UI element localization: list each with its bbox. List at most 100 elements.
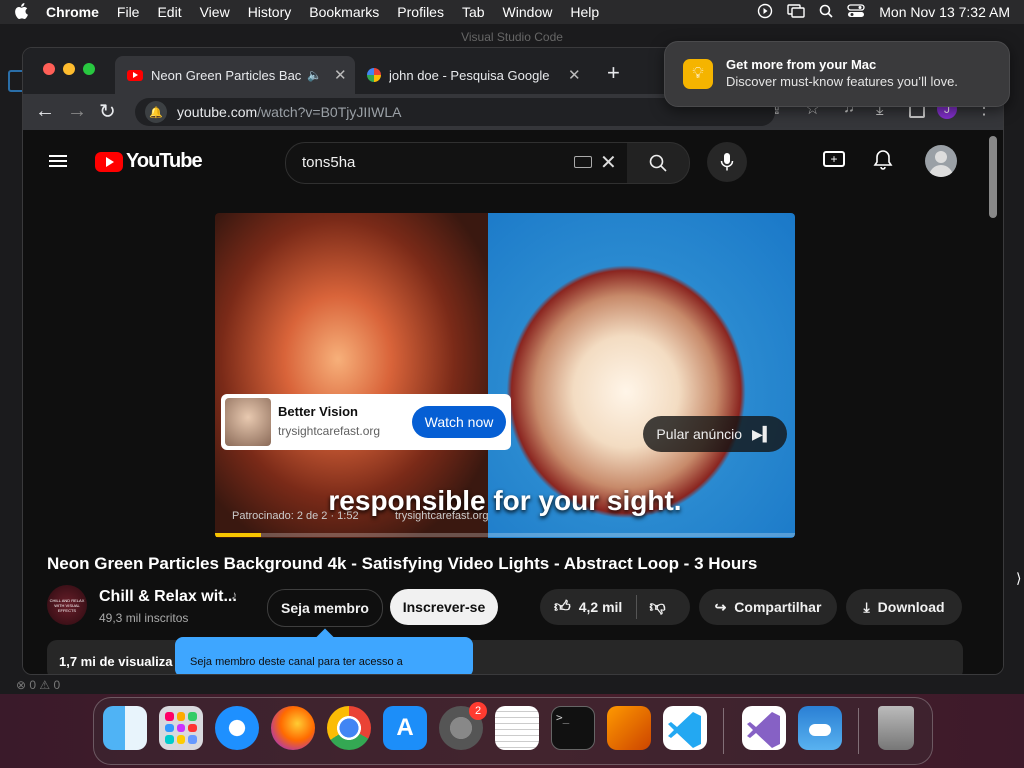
create-video-icon[interactable]: +: [823, 151, 845, 167]
download-button[interactable]: ⤓ Download: [846, 589, 962, 625]
subscribe-button[interactable]: Inscrever-se: [390, 589, 498, 625]
channel-avatar-text: CHILL AND RELAX WITH VISUAL EFFECTS: [49, 598, 85, 613]
video-player[interactable]: responsible for your sight. Patrocinado:…: [215, 213, 795, 538]
google-favicon-icon: [367, 68, 381, 82]
dock-chrome[interactable]: [327, 706, 371, 750]
dock-app-store[interactable]: A: [383, 706, 427, 750]
account-avatar[interactable]: [925, 145, 957, 177]
ad-progress-fill: [215, 533, 262, 537]
page-scrollbar[interactable]: [989, 136, 997, 218]
dock: A 2 >_: [93, 697, 933, 765]
problems-count[interactable]: ⊗ 0 ⚠ 0: [16, 678, 60, 692]
site-info-icon[interactable]: 🔔: [145, 101, 167, 123]
menu-window[interactable]: Window: [503, 4, 553, 20]
share-label: Compartilhar: [734, 599, 822, 615]
download-label: Download: [877, 599, 945, 615]
play-status-icon[interactable]: [757, 3, 773, 22]
dock-trash[interactable]: [878, 706, 914, 750]
control-center-icon[interactable]: [847, 3, 865, 21]
notifications-bell-icon[interactable]: [873, 149, 893, 171]
dislike-icon[interactable]: 👎︎: [649, 598, 665, 617]
search-button[interactable]: [627, 142, 690, 184]
skip-next-icon: ▶︎▍: [752, 425, 774, 442]
dock-finder[interactable]: [103, 706, 147, 750]
menu-tab[interactable]: Tab: [462, 4, 485, 20]
minimize-window-button[interactable]: [63, 63, 75, 75]
voice-search-button[interactable]: [707, 142, 747, 182]
reload-icon[interactable]: ↻: [99, 99, 116, 124]
hamburger-menu-icon[interactable]: [49, 152, 67, 170]
close-tab-icon[interactable]: ✕: [334, 66, 347, 84]
view-count: 1,7 mi de visualiza: [59, 654, 173, 669]
youtube-favicon-icon: [127, 69, 143, 81]
dock-terminal[interactable]: >_: [551, 706, 595, 750]
dock-vscode[interactable]: [663, 706, 707, 750]
watch-now-button[interactable]: Watch now: [412, 406, 506, 438]
skip-ad-label: Pular anúncio: [656, 426, 743, 442]
sponsor-line: Patrocinado: 2 de 2 · 1:52: [232, 510, 359, 522]
menu-help[interactable]: Help: [570, 4, 599, 20]
dock-firefox[interactable]: [271, 706, 315, 750]
tooltip-text: Seja membro deste canal para ter acesso …: [190, 656, 403, 668]
screen-mirroring-icon[interactable]: [787, 3, 805, 21]
ad-card[interactable]: Better Vision trysightcarefast.org Watch…: [221, 394, 511, 450]
menu-app-name[interactable]: Chrome: [46, 4, 99, 20]
channel-name[interactable]: Chill & Relax wit...: [99, 588, 237, 606]
sponsor-link[interactable]: trysightcarefast.org: [395, 510, 489, 522]
apple-icon[interactable]: [14, 2, 28, 22]
tips-bulb-icon: 💡︎: [683, 59, 713, 89]
maximize-window-button[interactable]: [83, 63, 95, 75]
close-tab-icon[interactable]: ✕: [568, 66, 581, 84]
channel-avatar[interactable]: CHILL AND RELAX WITH VISUAL EFFECTS: [47, 585, 87, 625]
advertiser-domain: trysightcarefast.org: [278, 424, 381, 438]
spotlight-search-icon[interactable]: [819, 4, 833, 21]
search-box[interactable]: tons5ha ✕: [285, 142, 629, 184]
like-count[interactable]: 4,2 mil: [579, 599, 623, 615]
forward-arrow-icon[interactable]: →: [67, 100, 87, 123]
like-divider: [636, 595, 638, 619]
ad-progress-bar[interactable]: [215, 533, 795, 537]
music-note-icon: ♪: [231, 588, 237, 602]
join-tooltip: Seja membro deste canal para ter acesso …: [175, 628, 473, 674]
tab-title: Neon Green Particles Back: [151, 67, 301, 83]
share-button[interactable]: ↪ Compartilhar: [699, 589, 837, 625]
menubar-clock[interactable]: Mon Nov 13 7:32 AM: [879, 4, 1010, 20]
youtube-play-icon: [95, 151, 123, 172]
microphone-icon: [720, 153, 734, 171]
search-input[interactable]: tons5ha: [302, 154, 355, 171]
system-notification[interactable]: 💡︎ Get more from your Mac Discover must-…: [664, 41, 1010, 107]
dock-garageband[interactable]: [607, 706, 651, 750]
menu-view[interactable]: View: [200, 4, 230, 20]
tab-google[interactable]: john doe - Pesquisa Google ✕: [363, 56, 591, 94]
menubar: Chrome File Edit View History Bookmarks …: [0, 0, 1024, 24]
dock-launchpad[interactable]: [159, 706, 203, 750]
share-arrow-icon: ↪: [714, 598, 727, 615]
youtube-logo[interactable]: YouTube: [95, 150, 203, 173]
dock-divider: [723, 708, 724, 754]
advertiser-thumbnail: [225, 398, 271, 446]
video-title: Neon Green Particles Background 4k - Sat…: [47, 554, 758, 573]
menu-edit[interactable]: Edit: [157, 4, 181, 20]
close-window-button[interactable]: [43, 63, 55, 75]
like-icon[interactable]: 👍︎: [554, 598, 571, 617]
dock-weather[interactable]: [798, 706, 842, 750]
skip-ad-button[interactable]: Pular anúncio ▶︎▍: [643, 416, 787, 452]
dock-textedit[interactable]: [495, 706, 539, 750]
join-button[interactable]: Seja membro: [267, 589, 383, 627]
new-tab-button[interactable]: +: [607, 60, 620, 86]
menu-profiles[interactable]: Profiles: [397, 4, 444, 20]
notification-title: Get more from your Mac: [726, 57, 877, 72]
url-path: /watch?v=B0TjyJIIWLA: [257, 104, 402, 120]
download-icon: ⤓: [863, 598, 870, 615]
clear-search-icon[interactable]: ✕: [600, 150, 617, 175]
menu-file[interactable]: File: [117, 4, 140, 20]
dock-safari[interactable]: [215, 706, 259, 750]
tab-youtube[interactable]: Neon Green Particles Back 🔈 ✕: [115, 56, 355, 94]
keyboard-icon[interactable]: [574, 156, 592, 168]
dock-divider: [858, 708, 859, 754]
menu-history[interactable]: History: [248, 4, 292, 20]
dock-visual-studio[interactable]: [742, 706, 786, 750]
menu-bookmarks[interactable]: Bookmarks: [309, 4, 379, 20]
back-arrow-icon[interactable]: ←: [35, 100, 55, 123]
tab-audio-icon[interactable]: 🔈: [307, 68, 322, 82]
